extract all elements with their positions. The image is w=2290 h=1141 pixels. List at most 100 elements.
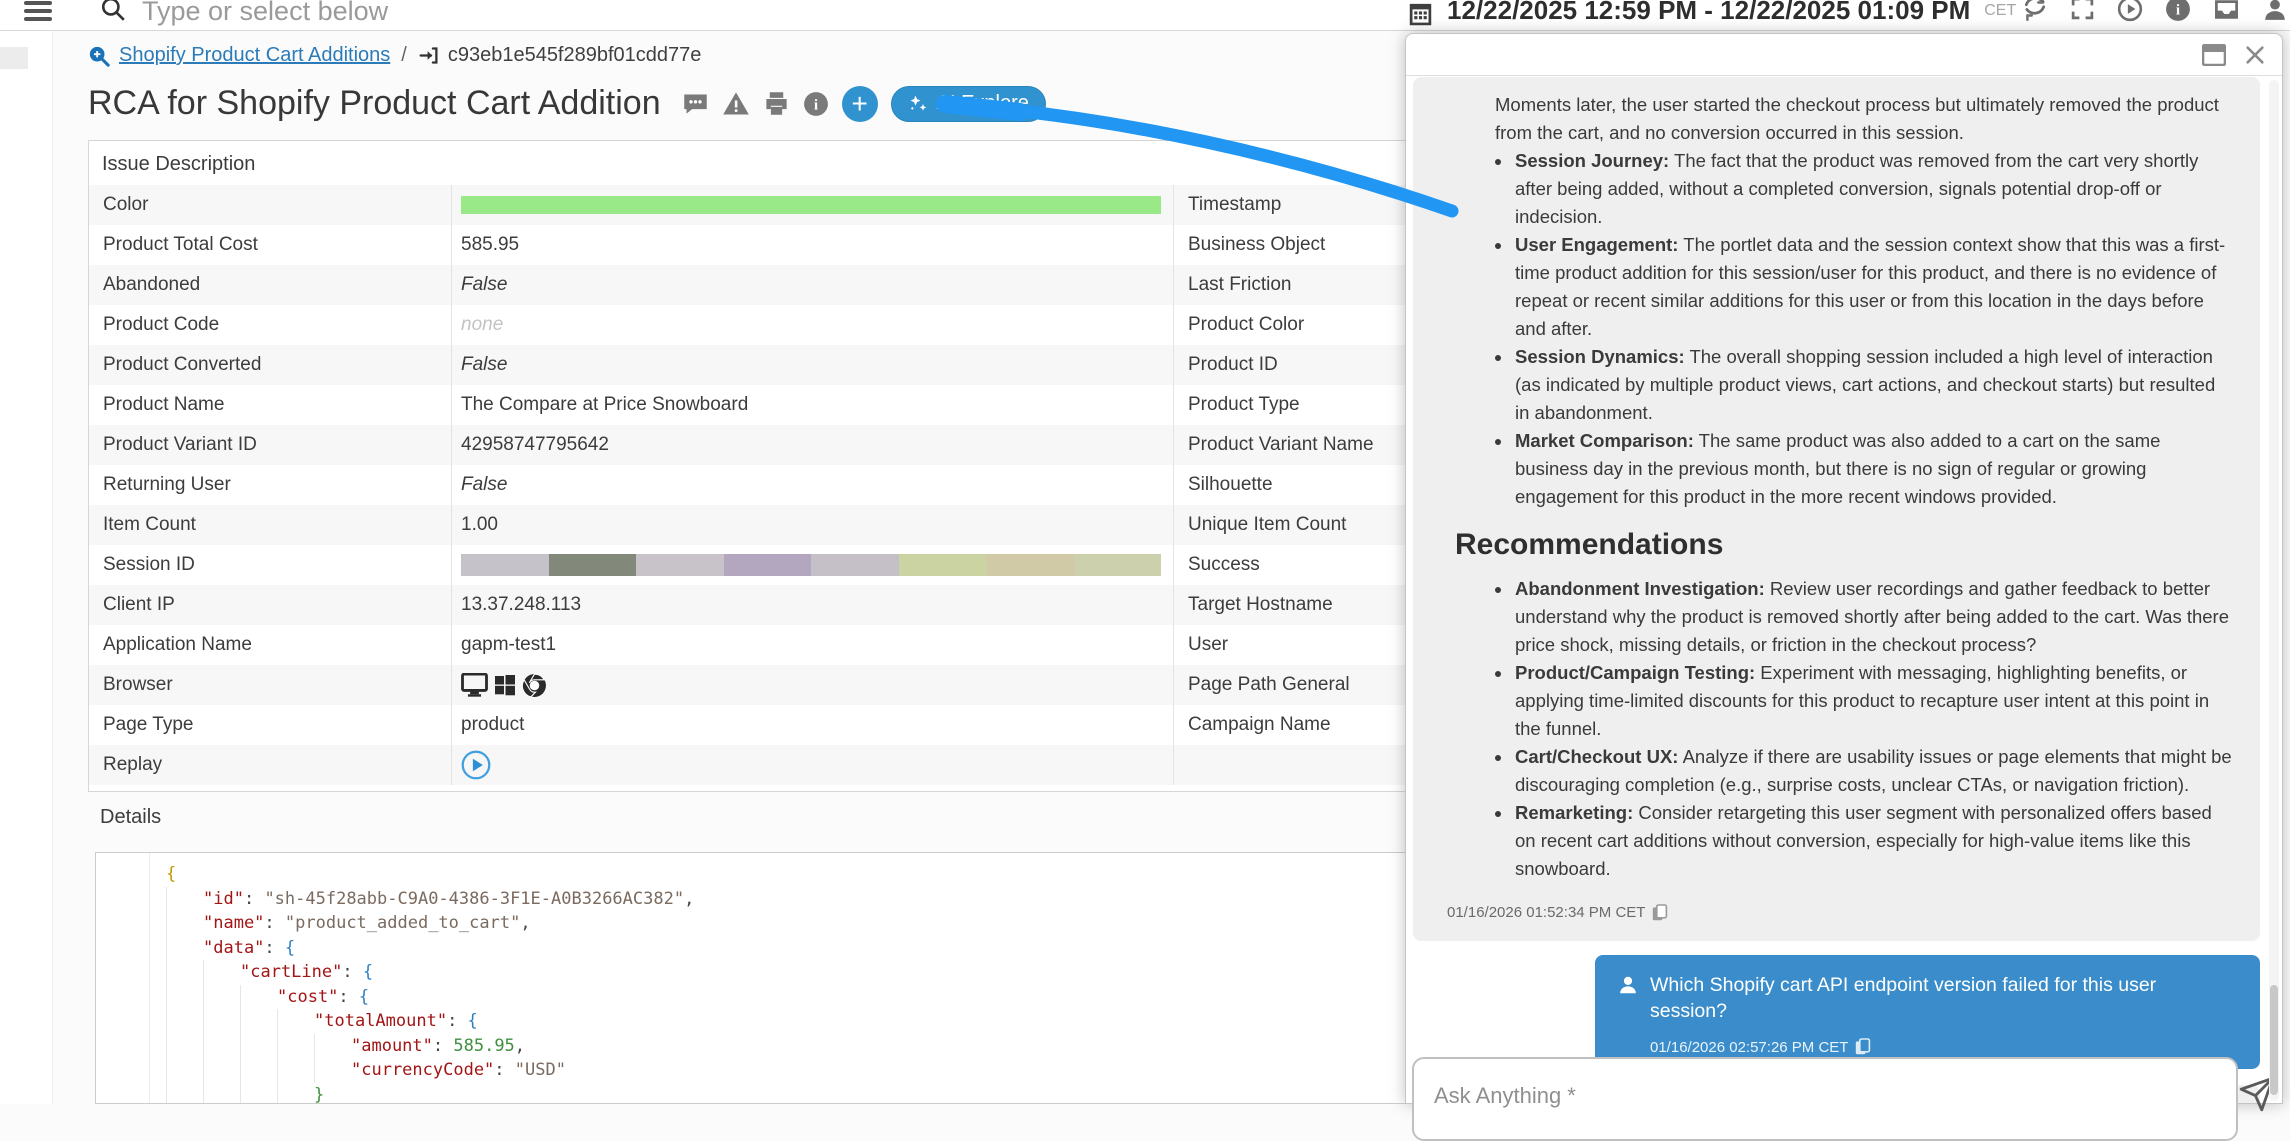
refresh-icon[interactable] <box>2022 0 2048 22</box>
inbox-icon[interactable] <box>2213 0 2240 23</box>
indent-guide <box>314 1058 351 1083</box>
row-value-text: False <box>461 474 507 496</box>
indent-guide <box>203 985 240 1010</box>
bullet-item: Cart/Checkout UX: Analyze if there are u… <box>1513 743 2234 799</box>
indent-guide <box>277 1034 314 1059</box>
panel-scrollbar-thumb[interactable] <box>2270 985 2278 1095</box>
breadcrumb: Shopify Product Cart Additions / c93eb1e… <box>88 44 701 67</box>
indent-guide <box>166 985 203 1010</box>
bullet-item: Remarketing: Consider retargeting this u… <box>1513 799 2234 883</box>
ai-explore-button[interactable]: AI Explore <box>891 86 1046 122</box>
indent-guide <box>314 1034 351 1059</box>
row-value-text: 42958747795642 <box>461 434 609 456</box>
recommendations-heading: Recommendations <box>1455 531 2234 559</box>
row-value-text: 1.00 <box>461 514 498 536</box>
row-value: 13.37.248.113 <box>451 585 1173 625</box>
date-range-picker[interactable]: 12/22/2025 12:59 PM - 12/22/2025 01:09 P… <box>1408 0 2016 26</box>
row-value: 42958747795642 <box>451 425 1173 465</box>
indent-guide <box>166 1058 203 1083</box>
ask-anything-input[interactable]: Ask Anything * <box>1412 1057 2238 1141</box>
indent-guide <box>166 911 203 936</box>
comment-icon[interactable] <box>682 90 709 117</box>
row-value: 1.00 <box>451 505 1173 545</box>
global-search-input[interactable]: Type or select below <box>142 0 388 26</box>
indent-guide <box>166 960 203 985</box>
indent-guide <box>277 1083 314 1105</box>
ai-intro-text: Moments later, the user started the chec… <box>1495 91 2234 147</box>
row-label: Product Code <box>89 305 451 345</box>
indent-guide <box>166 1034 203 1059</box>
row-label: Product Converted <box>89 345 451 385</box>
play-circle-icon[interactable] <box>2117 0 2143 22</box>
row-value: product <box>451 705 1173 745</box>
panel-scrollbar[interactable] <box>2269 80 2279 1101</box>
row-label: Abandoned <box>89 265 451 305</box>
ai-explore-label: AI Explore <box>937 92 1029 115</box>
ask-anything-placeholder: Ask Anything * <box>1414 1059 2236 1109</box>
indent-guide <box>203 1058 240 1083</box>
copy-icon[interactable] <box>1652 904 1668 922</box>
desktop-icon <box>461 673 488 697</box>
add-button[interactable]: + <box>842 86 878 122</box>
row-label: Replay <box>89 745 451 785</box>
row-value <box>451 545 1173 585</box>
bullet-item: Product/Campaign Testing: Experiment wit… <box>1513 659 2234 743</box>
print-icon[interactable] <box>763 90 790 117</box>
calendar-icon <box>1408 1 1433 26</box>
timezone-label: CET <box>1984 2 2016 20</box>
code-gutter <box>96 853 150 1103</box>
info-circle-icon[interactable]: i <box>803 91 829 117</box>
bullet-item: User Engagement: The portlet data and th… <box>1513 231 2234 343</box>
indent-guide <box>203 960 240 985</box>
close-icon[interactable] <box>2244 44 2266 66</box>
row-label: Product Name <box>89 385 451 425</box>
breadcrumb-link[interactable]: Shopify Product Cart Additions <box>119 44 390 67</box>
sign-in-icon <box>418 45 439 66</box>
details-section-title: Details <box>100 806 161 829</box>
row-value: False <box>451 465 1173 505</box>
user-icon <box>1617 974 1639 996</box>
row-value: False <box>451 345 1173 385</box>
breadcrumb-current: c93eb1e545f289bf01cdd77e <box>448 44 702 67</box>
indent-guide <box>166 887 203 912</box>
info-icon[interactable]: i <box>2165 0 2191 22</box>
row-value-text: False <box>461 274 507 296</box>
analysis-bullet-list: Session Journey: The fact that the produ… <box>1443 147 2234 511</box>
row-value-text: 13.37.248.113 <box>461 594 581 616</box>
search-icon[interactable] <box>100 0 126 22</box>
user-question-text: Which Shopify cart API endpoint version … <box>1650 972 2238 1024</box>
page-title: RCA for Shopify Product Cart Addition <box>88 84 661 123</box>
replay-play-button[interactable] <box>461 750 491 780</box>
indent-guide <box>166 1083 203 1105</box>
row-value <box>451 665 1173 705</box>
user-question-bubble: Which Shopify cart API endpoint version … <box>1595 955 2260 1069</box>
indent-guide <box>240 1083 277 1105</box>
row-label: Product Variant ID <box>89 425 451 465</box>
row-label: Product Total Cost <box>89 225 451 265</box>
ai-panel-content: Moments later, the user started the chec… <box>1413 77 2260 1103</box>
row-value-text: none <box>461 314 503 336</box>
row-label: Browser <box>89 665 451 705</box>
user-icon[interactable] <box>2262 0 2288 22</box>
expand-icon[interactable] <box>2070 0 2095 21</box>
session-id-bar[interactable] <box>461 554 1161 576</box>
ai-message-timestamp: 01/16/2026 01:52:34 PM CET <box>1447 899 1645 927</box>
window-icon[interactable] <box>2202 44 2226 66</box>
indent-guide <box>277 1009 314 1034</box>
indent-guide <box>240 985 277 1010</box>
copy-icon[interactable] <box>1855 1038 1871 1056</box>
date-range-value: 12/22/2025 12:59 PM - 12/22/2025 01:09 P… <box>1447 0 1970 23</box>
indent-guide <box>203 1083 240 1105</box>
row-label: Client IP <box>89 585 451 625</box>
left-sidebar <box>0 31 53 1104</box>
ai-explore-panel: Moments later, the user started the chec… <box>1405 33 2283 1104</box>
row-value <box>451 185 1173 225</box>
hamburger-icon[interactable] <box>24 1 52 25</box>
sidebar-selected-tile[interactable] <box>0 47 28 69</box>
row-value-text: The Compare at Price Snowboard <box>461 394 748 416</box>
row-value: 585.95 <box>451 225 1173 265</box>
indent-guide <box>277 1058 314 1083</box>
windows-icon <box>493 673 517 697</box>
svg-text:i: i <box>2176 1 2180 18</box>
warning-icon[interactable] <box>722 90 750 118</box>
